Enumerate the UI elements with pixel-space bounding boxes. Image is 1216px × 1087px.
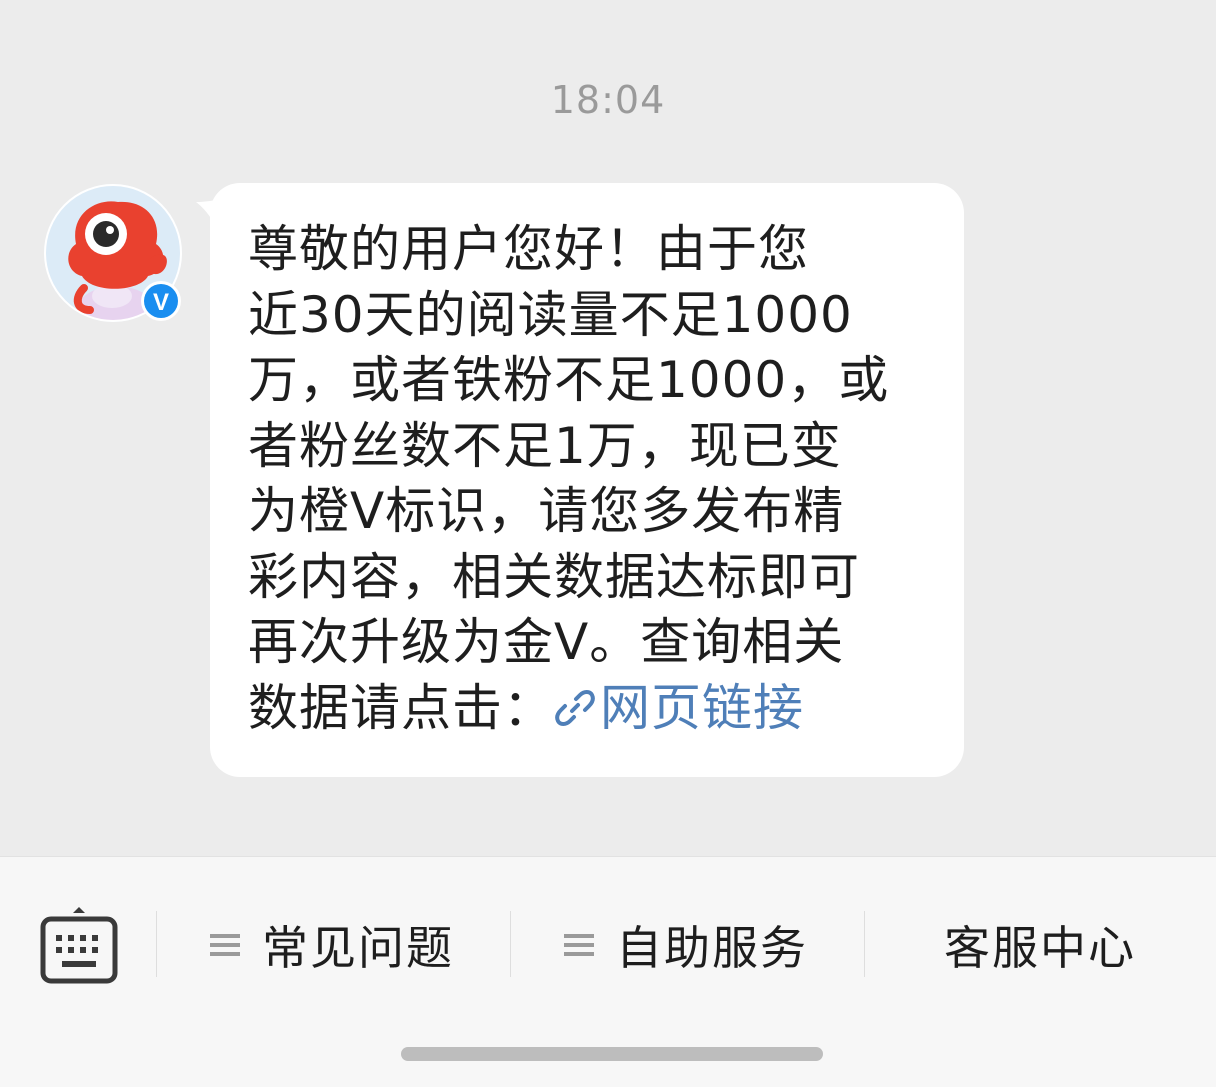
menu-lines-icon [564,934,594,956]
web-link[interactable]: 网页链接 [554,679,804,737]
menu-divider [510,911,511,977]
message-line: 彩内容，相关数据达标即可 [248,547,860,606]
message-line: 再次升级为金V。查询相关 [248,613,845,671]
message-line: 万，或者铁粉不足1000，或 [248,351,890,409]
menu-customer-service-label: 客服中心 [944,921,1136,975]
menu-faq[interactable]: 常见问题 [210,917,454,975]
message-timestamp: 18:04 [550,78,666,122]
web-link-label: 网页链接 [600,678,804,737]
verified-v-badge-icon: V [141,281,181,321]
menu-self-service-label: 自助服务 [616,921,808,975]
menu-divider [864,911,865,977]
chat-area: 18:04 V 尊敬的用户您好！由于您 近30天的阅读量不足1000 万，或者铁… [0,0,1216,856]
message-line-prefix: 数据请点击： [248,678,554,737]
message-line: 为橙V标识，请您多发布精 [248,482,845,540]
message-line: 尊敬的用户您好！由于您 [248,220,809,278]
message-text: 尊敬的用户您好！由于您 近30天的阅读量不足1000 万，或者铁粉不足1000，… [248,217,934,741]
home-indicator[interactable] [401,1047,823,1061]
menu-faq-label: 常见问题 [262,921,454,975]
message-line: 近30天的阅读量不足1000 [248,285,853,344]
menu-lines-icon [210,934,240,956]
sender-avatar[interactable]: V [44,184,182,322]
keyboard-toggle-button[interactable] [40,905,118,985]
message-line: 者粉丝数不足1万，现已变 [248,416,842,475]
keyboard-icon [40,907,118,984]
menu-customer-service[interactable]: 客服中心 [944,917,1136,975]
menu-self-service[interactable]: 自助服务 [564,917,808,975]
menu-divider [156,911,157,977]
link-icon [555,689,595,726]
message-bubble: 尊敬的用户您好！由于您 近30天的阅读量不足1000 万，或者铁粉不足1000，… [210,183,964,777]
badge-text: V [153,289,169,316]
message-line-last: 数据请点击： 网页链接 [248,676,934,742]
